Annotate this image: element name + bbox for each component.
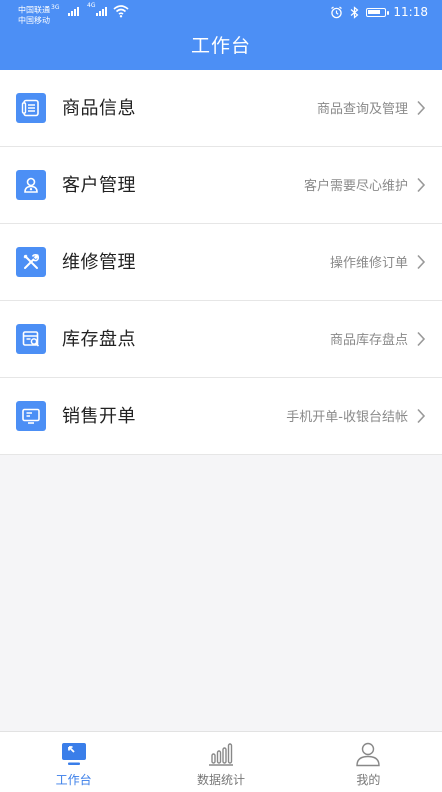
- signal-2-icon: [96, 6, 107, 16]
- workbench-icon: [61, 743, 86, 765]
- signal-1-icon: [68, 6, 79, 16]
- chevron-right-icon: [417, 408, 426, 424]
- carrier-1-name: 中国联通: [18, 5, 50, 15]
- header: 中国联通3G 中国移动 4G 11:18 工作台: [0, 0, 442, 70]
- menu-label: 商品信息: [62, 98, 136, 119]
- bar-chart-icon: [208, 743, 233, 766]
- carrier-info: 中国联通3G 中国移动: [18, 3, 59, 26]
- monitor-icon: [16, 401, 46, 431]
- status-bar: 中国联通3G 中国移动 4G 11:18: [0, 0, 442, 26]
- status-right: 11:18: [330, 4, 428, 20]
- wifi-icon: [113, 5, 129, 18]
- inventory-search-icon: [16, 324, 46, 354]
- chevron-right-icon: [417, 177, 426, 193]
- menu-item-customer-management[interactable]: 客户管理 客户需要尽心维护: [0, 147, 442, 224]
- menu-item-repair-management[interactable]: 维修管理 操作维修订单: [0, 224, 442, 301]
- app-screen: 中国联通3G 中国移动 4G 11:18 工作台 商品信息 商品查询及管理 客户…: [0, 0, 442, 792]
- status-time: 11:18: [393, 5, 428, 19]
- tools-icon: [16, 247, 46, 277]
- carrier-2-network: 4G: [87, 2, 96, 9]
- carrier-2-name: 中国移动: [18, 15, 50, 25]
- battery-icon: [366, 7, 390, 17]
- document-list-icon: [16, 93, 46, 123]
- menu-description: 手机开单-收银台结帐: [286, 410, 408, 425]
- user-icon: [356, 742, 381, 767]
- alarm-icon: [331, 6, 343, 18]
- tab-statistics[interactable]: 数据统计: [147, 732, 294, 792]
- bluetooth-icon: [351, 5, 359, 19]
- tab-mine[interactable]: 我的: [295, 732, 442, 792]
- menu-item-product-info[interactable]: 商品信息 商品查询及管理: [0, 70, 442, 147]
- menu-description: 操作维修订单: [329, 256, 408, 271]
- carrier-1-network: 3G: [51, 4, 60, 11]
- workbench-menu: 商品信息 商品查询及管理 客户管理 客户需要尽心维护 维修管理 操作维修订单 库…: [0, 70, 442, 455]
- menu-label: 销售开单: [62, 406, 136, 427]
- chevron-right-icon: [417, 331, 426, 347]
- chevron-right-icon: [417, 254, 426, 270]
- menu-label: 客户管理: [62, 175, 136, 196]
- battery-level: [368, 9, 381, 14]
- menu-description: 商品查询及管理: [316, 102, 408, 117]
- carrier-1: 中国联通3G: [18, 3, 59, 16]
- tab-label: 数据统计: [196, 773, 245, 787]
- tab-label: 我的: [356, 773, 381, 787]
- tab-label: 工作台: [55, 773, 92, 787]
- customer-icon: [16, 170, 46, 200]
- menu-label: 维修管理: [62, 252, 136, 273]
- menu-description: 商品库存盘点: [329, 333, 408, 348]
- chevron-right-icon: [417, 100, 426, 116]
- carrier-2: 中国移动: [18, 16, 59, 26]
- bottom-tab-bar: 工作台 数据统计 我的: [0, 731, 442, 792]
- menu-label: 库存盘点: [62, 329, 136, 350]
- menu-description: 客户需要尽心维护: [303, 179, 408, 194]
- tab-workbench[interactable]: 工作台: [0, 732, 147, 792]
- menu-item-sales-order[interactable]: 销售开单 手机开单-收银台结帐: [0, 378, 442, 455]
- page-title: 工作台: [190, 35, 251, 57]
- menu-item-inventory-check[interactable]: 库存盘点 商品库存盘点: [0, 301, 442, 378]
